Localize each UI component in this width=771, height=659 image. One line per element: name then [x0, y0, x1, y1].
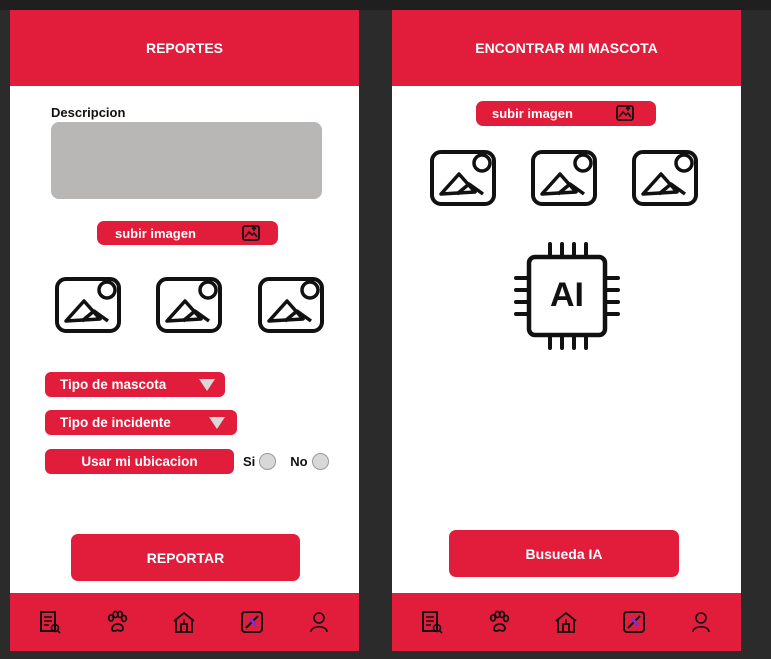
image-placeholder-icon[interactable] — [631, 146, 699, 208]
page-title: ENCONTRAR MI MASCOTA — [475, 40, 658, 56]
image-placeholder-icon[interactable] — [155, 273, 223, 335]
image-search-icon[interactable] — [239, 609, 265, 635]
report-icon[interactable] — [37, 609, 63, 635]
incident-type-dropdown[interactable]: Tipo de incidente — [45, 410, 237, 435]
pet-type-dropdown[interactable]: Tipo de mascota — [45, 372, 225, 397]
use-location-button[interactable]: Usar mi ubicacion — [45, 449, 234, 474]
paw-icon[interactable] — [486, 609, 512, 635]
ai-search-button[interactable]: Busueda IA — [449, 530, 679, 577]
use-location-label: Usar mi ubicacion — [81, 454, 198, 469]
no-label: No — [290, 454, 308, 469]
paw-icon[interactable] — [104, 609, 130, 635]
chevron-down-icon — [199, 379, 215, 391]
ai-label: AI — [550, 276, 584, 314]
yes-radio[interactable] — [259, 453, 277, 470]
image-upload-icon — [616, 105, 634, 124]
report-icon[interactable] — [419, 609, 445, 635]
chevron-down-icon — [209, 417, 225, 429]
image-upload-icon — [242, 225, 260, 244]
image-search-icon[interactable] — [621, 609, 647, 635]
encontrar-screen: ENCONTRAR MI MASCOTA subir imagen AI Bus… — [392, 10, 741, 651]
page-title: REPORTES — [145, 40, 223, 56]
image-placeholder-icon[interactable] — [54, 273, 122, 335]
window-top-strip — [0, 0, 771, 10]
reportes-header: REPORTES — [10, 10, 359, 86]
bottom-nav — [10, 593, 359, 651]
pet-type-label: Tipo de mascota — [60, 377, 167, 392]
ai-chip-icon: AI — [512, 240, 622, 352]
location-yes-no: Si No — [243, 453, 329, 470]
incident-type-label: Tipo de incidente — [60, 415, 171, 430]
description-label: Descripcion — [51, 105, 126, 120]
upload-image-label: subir imagen — [492, 106, 573, 121]
upload-image-button[interactable]: subir imagen — [476, 101, 656, 126]
image-placeholder-icon[interactable] — [530, 146, 598, 208]
yes-label: Si — [243, 454, 256, 469]
description-textarea[interactable] — [51, 122, 322, 199]
ai-search-label: Busueda IA — [525, 545, 603, 562]
encontrar-header: ENCONTRAR MI MASCOTA — [392, 10, 741, 86]
image-placeholder-icon[interactable] — [257, 273, 325, 335]
profile-icon[interactable] — [688, 609, 714, 635]
upload-image-button[interactable]: subir imagen — [97, 221, 278, 245]
shelter-icon[interactable] — [553, 609, 579, 635]
shelter-icon[interactable] — [171, 609, 197, 635]
no-radio[interactable] — [311, 453, 329, 470]
upload-image-label: subir imagen — [115, 225, 196, 241]
reportes-screen: REPORTES Descripcion subir imagen Tipo d… — [10, 10, 359, 651]
image-placeholder-icon[interactable] — [429, 146, 497, 208]
report-button[interactable]: REPORTAR — [71, 534, 300, 581]
report-button-label: REPORTAR — [146, 549, 225, 566]
bottom-nav — [392, 593, 741, 651]
profile-icon[interactable] — [306, 609, 332, 635]
